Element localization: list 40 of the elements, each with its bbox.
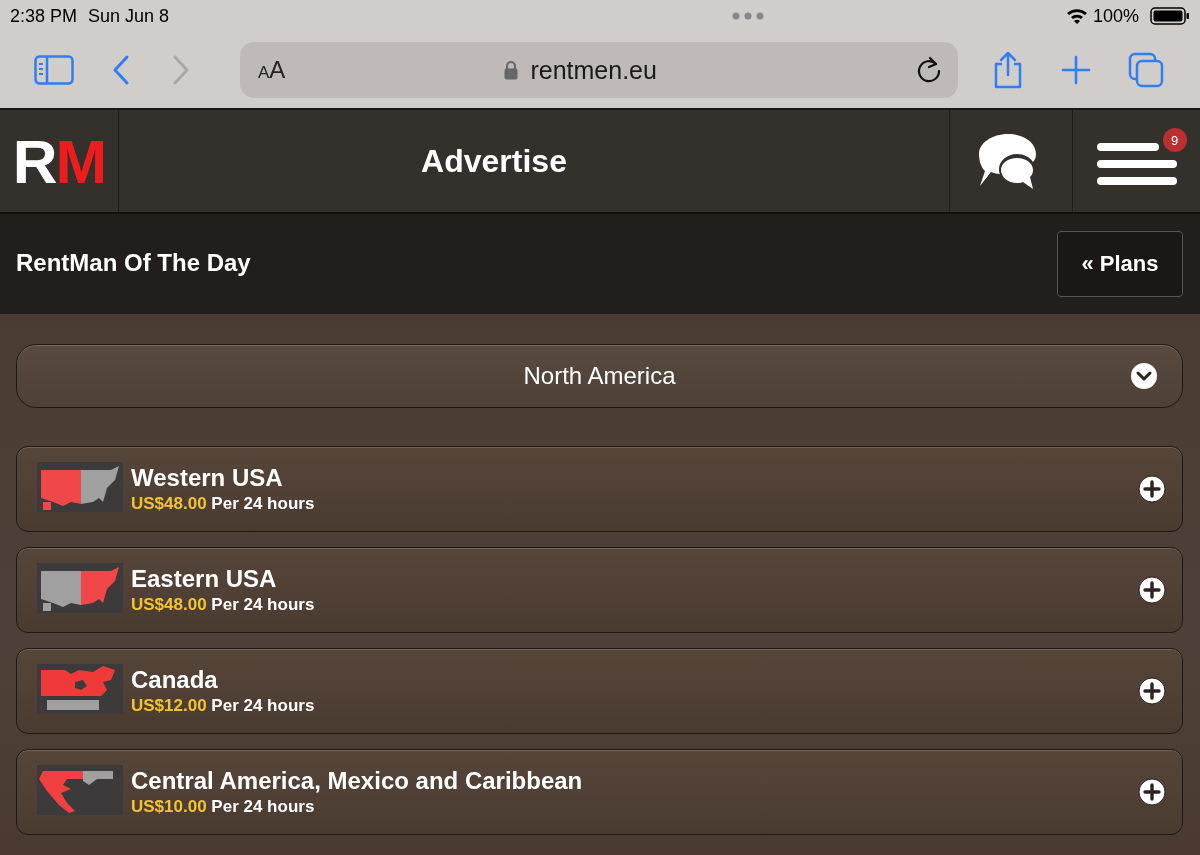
plan-name: Central America, Mexico and Caribbean bbox=[131, 767, 584, 795]
plan-price: US$10.00 Per 24 hours bbox=[131, 797, 316, 817]
plus-icon[interactable] bbox=[1138, 576, 1166, 604]
more-dots-icon[interactable] bbox=[731, 12, 764, 20]
plan-card[interactable]: Canada US$12.00 Per 24 hours bbox=[16, 648, 1183, 734]
plan-price: US$12.00 Per 24 hours bbox=[131, 696, 316, 716]
plus-icon[interactable] bbox=[1138, 778, 1166, 806]
plan-name: Canada bbox=[131, 666, 219, 694]
plan-card[interactable]: Eastern USA US$48.00 Per 24 hours bbox=[16, 547, 1183, 633]
logo[interactable]: RM bbox=[0, 110, 119, 212]
plan-card[interactable]: Central America, Mexico and Caribbean US$10.00 Per 24 hours bbox=[16, 749, 1183, 835]
address-bar[interactable]: AA rentmen.eu bbox=[240, 42, 958, 98]
tabs-icon[interactable] bbox=[1128, 52, 1164, 88]
plan-card[interactable]: Western USA US$48.00 Per 24 hours bbox=[16, 446, 1183, 532]
notification-badge: 9 bbox=[1162, 128, 1187, 152]
lock-icon bbox=[504, 60, 519, 80]
battery-icon bbox=[1150, 7, 1190, 25]
chevron-down-icon bbox=[1130, 362, 1158, 390]
status-date: Sun Jun 8 bbox=[88, 5, 170, 27]
url-text: rentmen.eu bbox=[530, 55, 657, 85]
share-icon[interactable] bbox=[992, 51, 1024, 89]
text-size-button[interactable]: AA bbox=[258, 56, 286, 84]
page-title: Advertise bbox=[420, 141, 568, 181]
back-icon[interactable] bbox=[112, 55, 130, 85]
wifi-icon bbox=[1065, 8, 1088, 24]
status-time: 2:38 PM bbox=[10, 5, 78, 27]
plan-price: US$48.00 Per 24 hours bbox=[131, 595, 316, 615]
add-icon[interactable] bbox=[1061, 55, 1091, 85]
sidebar-icon[interactable] bbox=[34, 55, 74, 85]
section-title: RentMan Of The Day bbox=[16, 249, 251, 277]
reload-icon[interactable] bbox=[916, 56, 942, 84]
menu-button[interactable]: 9 bbox=[1072, 110, 1200, 212]
plus-icon[interactable] bbox=[1138, 475, 1166, 503]
plans-button[interactable]: « Plans bbox=[1057, 231, 1183, 297]
plan-name: Western USA bbox=[131, 464, 284, 492]
plan-name: Eastern USA bbox=[131, 565, 278, 593]
battery-percent: 100% bbox=[1092, 5, 1139, 27]
plan-price: US$48.00 Per 24 hours bbox=[131, 494, 316, 514]
plus-icon[interactable] bbox=[1138, 677, 1166, 705]
region-select[interactable]: North America bbox=[16, 344, 1183, 408]
